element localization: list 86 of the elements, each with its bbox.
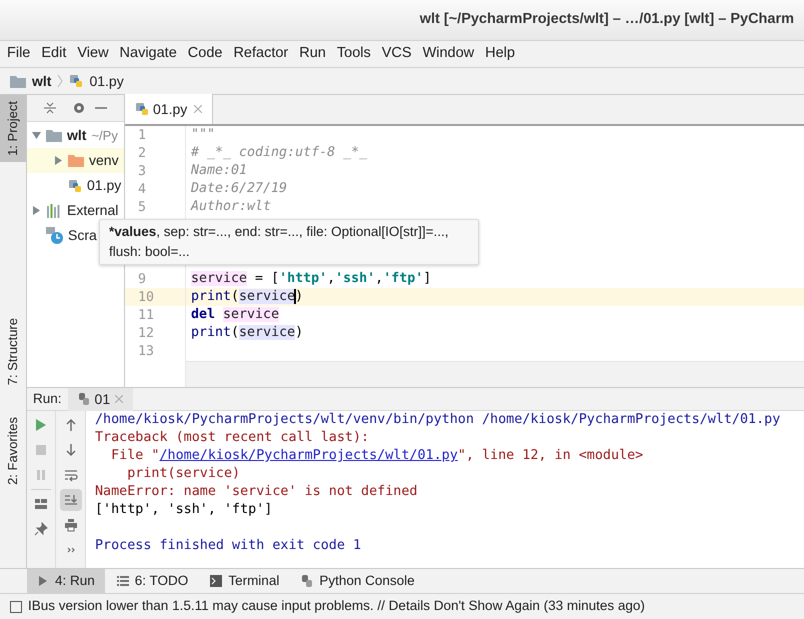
line-number: 13 [137,343,156,360]
line-number: 2 [137,145,148,162]
menu-item[interactable]: File [7,43,30,65]
breadcrumb-separator-icon [57,74,64,88]
code-line: print(service) [191,324,304,342]
tool-window-button[interactable]: 6: TODO [106,569,198,593]
tool-window-button[interactable]: Terminal [200,569,290,593]
file-link[interactable]: /home/kiosk/PycharmProjects/wlt/01.py [160,448,458,463]
code-line: service = ['http','ssh','ftp'] [191,270,432,288]
breadcrumb-file[interactable]: 01.py [89,70,124,92]
python-file-icon [69,74,84,88]
menu-item[interactable]: Run [299,43,326,65]
console-line: ['http', 'ssh', 'ftp'] [95,502,272,517]
folder-icon [68,154,84,167]
tree-item[interactable]: 01.py [27,173,124,198]
tool-window-tab[interactable]: 7: Structure [0,312,26,392]
python-file-icon [68,178,82,192]
parameter-info-text: *values, sep: str=..., end: str=..., file: Optional[IO[str]]=..., flush: bool=... [109,223,450,261]
tree-item[interactable]: External [27,198,124,223]
menu-item[interactable]: View [77,43,109,65]
breadcrumb-project[interactable]: wlt [32,70,52,92]
menu-item[interactable]: Edit [41,43,66,65]
menu-item[interactable]: Help [485,43,515,65]
console-line: Process finished with exit code 1 [95,538,362,553]
line-number: 12 [137,325,156,342]
code-line: Author:wlt [191,198,272,216]
library-icon [46,204,62,218]
line-number: 1 [137,127,148,144]
line-number: 10 [137,289,156,306]
menu-item[interactable]: Navigate [120,43,177,65]
run-panel-label: Run: [32,390,63,408]
code-line: Name:01 [191,162,248,180]
tree-item[interactable]: venv [27,148,124,173]
line-number: 5 [137,199,148,216]
expanded-arrow-icon[interactable] [32,131,41,140]
path-hint: ~/Py [91,126,118,145]
status-message: IBus version lower than 1.5.11 may cause input problems. // Details Don't Show Again (33 minutes ago) [28,597,645,616]
code-line: print(service) [191,288,304,306]
menu-item[interactable]: Tools [336,43,371,65]
tool-window-tab[interactable]: 1: Project [0,95,26,162]
code-line: """ [191,126,216,144]
tool-window-tab[interactable]: 2: Favorites [0,411,26,492]
tool-window-button[interactable]: Python Console [291,569,425,593]
run-tab[interactable]: 01 [68,388,134,410]
menu-item[interactable]: Window [422,43,474,65]
python-file-icon [135,102,149,116]
line-number: 11 [137,307,156,324]
menu-item[interactable]: Refactor [233,43,288,65]
tree-item[interactable]: wlt ~/Py [27,123,124,148]
tree-item-label: External [67,201,118,220]
code-line: Date:6/27/19 [191,180,288,198]
tree-item-label: wlt [67,126,86,145]
line-number: 3 [137,163,148,180]
console-line: print(service) [126,466,240,481]
tool-window-button[interactable]: 4: Run [27,569,105,593]
console-line: /home/kiosk/PycharmProjects/wlt/venv/bin/python /home/kiosk/PycharmProjects/wlt/01.py [95,412,780,427]
tree-item-label: 01.py [87,176,122,195]
code-line: del service [191,306,280,324]
list-icon [116,575,129,587]
terminal-icon [210,575,222,587]
code-line: # _*_ coding:utf-8 _*_ [191,144,368,162]
console-line: File "/home/kiosk/PycharmProjects/wlt/01.py", line 12, in <module> [110,448,644,463]
menu-item[interactable]: VCS [382,43,412,65]
scroll-to-end-icon[interactable] [60,489,82,511]
line-number: 9 [137,271,148,288]
python-console-icon [301,575,314,587]
collapsed-arrow-icon[interactable] [32,206,41,215]
collapse-all-icon[interactable] [43,101,57,115]
editor-tab[interactable]: 01.py [125,94,214,124]
python-console-icon [78,393,90,405]
tree-item-label: venv [89,151,119,170]
close-icon[interactable] [194,105,202,113]
scratch-clock-icon [46,227,63,244]
folder-icon [46,129,62,142]
settings-icon[interactable] [72,101,86,115]
line-number: 4 [137,181,148,198]
text-caret [294,288,296,304]
collapsed-arrow-icon[interactable] [54,156,63,165]
tree-item-label: Scra [68,226,97,245]
console-line: Traceback (most recent call last): [95,430,370,445]
menu-item[interactable]: Code [188,43,222,65]
window-title: wlt [~/PycharmProjects/wlt] – …/01.py [wlt] – PyCharm [420,10,794,30]
console-line: NameError: name 'service' is not defined [95,484,418,499]
folder-icon [10,74,26,88]
status-toggle-icon[interactable] [10,600,22,612]
run-icon [37,575,49,587]
